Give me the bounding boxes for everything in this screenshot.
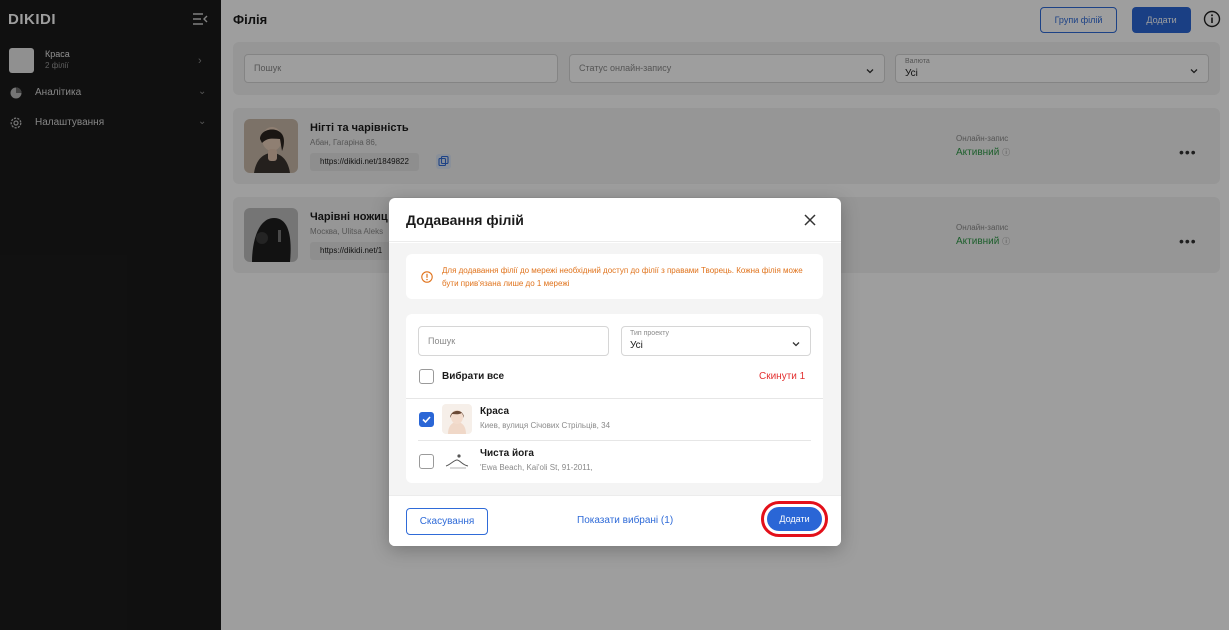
branch-name: Краса [480, 406, 510, 417]
branch-avatar [442, 446, 472, 476]
branch-checkbox[interactable] [419, 454, 434, 469]
branch-address: Киев, вулиця Січових Стрільців, 34 [480, 421, 611, 430]
project-type-label: Тип проекту [630, 330, 670, 337]
alert-text: Для додавання філії до мережі необхідний… [442, 266, 803, 288]
search-placeholder: Пошук [428, 336, 456, 346]
reset-selection-button[interactable]: Скинути 1 [759, 371, 805, 382]
chevron-down-icon [791, 336, 801, 347]
dialog-search-input[interactable]: Пошук [418, 326, 609, 356]
branch-checkbox[interactable] [419, 412, 434, 427]
select-all-label[interactable]: Вибрати все [442, 371, 504, 382]
confirm-add-button[interactable]: Додати [767, 507, 822, 531]
add-button-highlight: Додати [761, 501, 828, 537]
divider [418, 440, 811, 441]
dialog-footer: Скасування Показати вибрані (1) Додати [389, 495, 841, 546]
project-type-value: Усі [630, 340, 643, 351]
dialog-header: Додавання філій [389, 198, 841, 242]
info-alert: Для додавання філії до мережі необхідний… [406, 254, 823, 299]
branch-address: 'Ewa Beach, Kai'oli St, 91-2011, [480, 463, 593, 472]
branch-name: Чиста йога [480, 448, 534, 459]
warning-icon [421, 270, 433, 283]
divider [406, 398, 823, 399]
branch-selection-panel: Пошук Тип проекту Усі Вибрати все Скинут… [406, 314, 823, 483]
project-type-select[interactable]: Тип проекту Усі [621, 326, 811, 356]
add-branches-dialog: Додавання філій Для додавання філії до м… [389, 198, 841, 546]
select-all-checkbox[interactable] [419, 369, 434, 384]
dialog-body: Для додавання філії до мережі необхідний… [389, 243, 841, 495]
show-selected-link[interactable]: Показати вибрані (1) [577, 515, 673, 526]
branch-avatar [442, 404, 472, 434]
dialog-title: Додавання філій [406, 212, 524, 228]
close-icon[interactable] [802, 212, 818, 228]
cancel-button[interactable]: Скасування [406, 508, 488, 535]
